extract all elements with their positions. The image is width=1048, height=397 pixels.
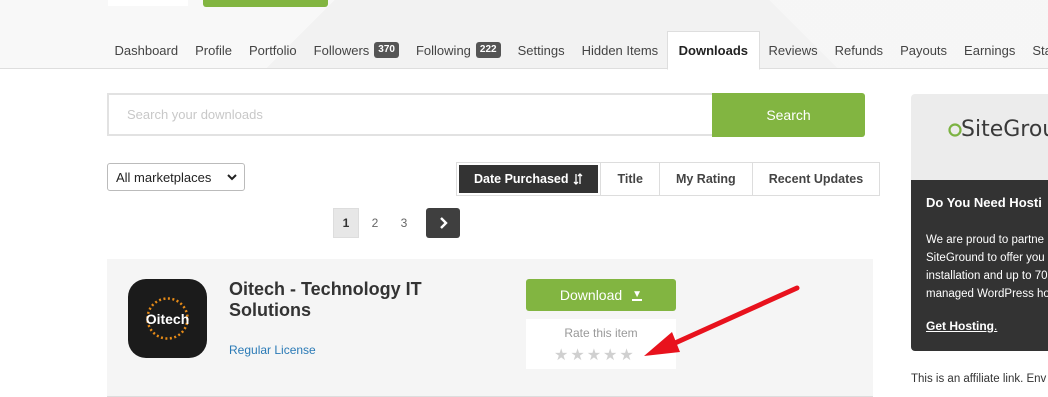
star-rating: ★ ★ ★ ★ ★ bbox=[554, 345, 636, 365]
star-icon[interactable]: ★ bbox=[554, 345, 568, 365]
item-license-link[interactable]: Regular License bbox=[229, 343, 316, 357]
tab-label: Downloads bbox=[678, 43, 749, 58]
sort-label: Date Purchased bbox=[474, 172, 569, 186]
tab-portfolio[interactable]: Portfolio bbox=[240, 31, 305, 69]
siteground-logo-icon bbox=[948, 123, 962, 137]
item-thumbnail[interactable]: Oitech bbox=[128, 279, 207, 358]
sort-title[interactable]: Title bbox=[600, 163, 658, 195]
tab-reviews[interactable]: Reviews bbox=[760, 31, 826, 69]
site-logo[interactable] bbox=[108, 0, 188, 6]
header-green-button[interactable] bbox=[203, 0, 328, 7]
download-label: Download bbox=[559, 287, 623, 303]
ad-heading: Do You Need Hosti bbox=[926, 195, 1042, 210]
tab-label: Earnings bbox=[964, 42, 1016, 58]
page-2[interactable]: 2 bbox=[362, 208, 388, 238]
search-input[interactable] bbox=[107, 93, 712, 136]
tab-settings[interactable]: Settings bbox=[509, 31, 573, 69]
tab-following[interactable]: Following 222 bbox=[407, 31, 509, 69]
tab-label: Following bbox=[415, 42, 471, 58]
ad-text: We are proud to partne SiteGround to off… bbox=[926, 234, 1048, 300]
tab-label: Dashboard bbox=[114, 42, 179, 58]
ad-banner[interactable]: SiteGrou bbox=[911, 94, 1048, 180]
chevron-down-icon bbox=[226, 168, 238, 191]
tab-earnings[interactable]: Earnings bbox=[956, 31, 1024, 69]
sort-options: Date Purchased Title My Rating Recent Up… bbox=[456, 162, 881, 196]
next-page-button[interactable] bbox=[426, 208, 460, 238]
star-icon[interactable]: ★ bbox=[587, 345, 601, 365]
item-title[interactable]: Oitech - Technology IT Solutions bbox=[229, 279, 459, 321]
tab-payouts[interactable]: Payouts bbox=[892, 31, 956, 69]
tab-label: Portfolio bbox=[248, 42, 297, 58]
affiliate-note: This is an affiliate link. Env bbox=[911, 373, 1047, 385]
page-1[interactable]: 1 bbox=[333, 208, 359, 238]
marketplace-select[interactable]: All marketplaces bbox=[107, 163, 245, 191]
chevron-right-icon bbox=[438, 216, 448, 230]
profile-tabs: Dashboard Profile Portfolio Followers 370… bbox=[106, 31, 1048, 70]
followers-count-badge: 370 bbox=[374, 42, 399, 58]
tab-label: Statements bbox=[1032, 42, 1048, 58]
tab-followers[interactable]: Followers 370 bbox=[305, 31, 407, 69]
siteground-ad: SiteGrou Do You Need Hosti We are proud … bbox=[911, 94, 1048, 351]
sort-recent-updates[interactable]: Recent Updates bbox=[751, 163, 879, 195]
tab-label: Refunds bbox=[834, 42, 884, 58]
tab-label: Profile bbox=[195, 42, 232, 58]
tab-label: Hidden Items bbox=[581, 42, 659, 58]
ad-brand: SiteGrou bbox=[961, 117, 1048, 142]
sort-my-rating[interactable]: My Rating bbox=[658, 163, 752, 195]
marketplace-selected-value: All marketplaces bbox=[116, 169, 212, 185]
following-count-badge: 222 bbox=[475, 42, 501, 58]
annotation-arrow-icon bbox=[644, 285, 800, 356]
tab-hidden-items[interactable]: Hidden Items bbox=[573, 31, 667, 69]
tab-refunds[interactable]: Refunds bbox=[826, 31, 891, 69]
tab-label: Payouts bbox=[900, 42, 948, 58]
tab-downloads[interactable]: Downloads bbox=[666, 31, 761, 70]
star-icon[interactable]: ★ bbox=[570, 345, 584, 365]
tab-dashboard[interactable]: Dashboard bbox=[106, 31, 187, 69]
item-logo-text: Oitech bbox=[145, 310, 190, 327]
tab-profile[interactable]: Profile bbox=[187, 31, 241, 69]
search-button[interactable]: Search bbox=[712, 93, 865, 137]
tab-statements[interactable]: Statements bbox=[1024, 31, 1048, 69]
tab-label: Reviews bbox=[768, 42, 818, 58]
tab-label: Followers bbox=[313, 42, 370, 58]
star-icon[interactable]: ★ bbox=[603, 345, 617, 365]
tab-label: Settings bbox=[517, 42, 565, 58]
page-3[interactable]: 3 bbox=[391, 208, 417, 238]
sort-arrows-icon bbox=[573, 173, 583, 185]
pagination: 1 2 3 bbox=[333, 208, 460, 238]
sort-date-purchased[interactable]: Date Purchased bbox=[459, 165, 599, 193]
get-hosting-link[interactable]: Get Hosting. bbox=[926, 319, 997, 333]
ad-body: Do You Need Hosti We are proud to partne… bbox=[911, 180, 1048, 351]
